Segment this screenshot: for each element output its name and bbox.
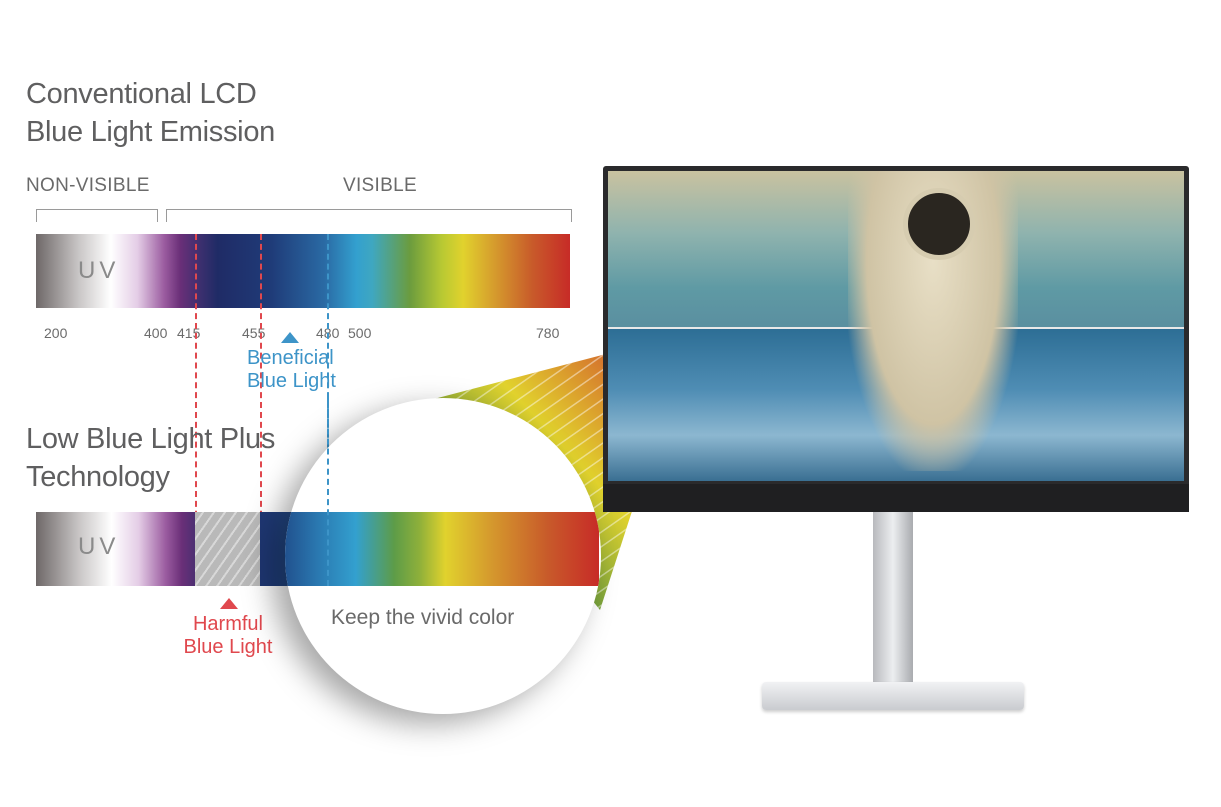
monitor-chin bbox=[603, 484, 1189, 512]
monitor-stand-neck bbox=[873, 512, 913, 692]
magnified-spectrum bbox=[285, 512, 599, 586]
marker-480-line-overlay bbox=[327, 398, 329, 586]
monitor-bezel bbox=[603, 166, 1189, 512]
astronaut-helmet bbox=[903, 188, 975, 260]
monitor-stand-base bbox=[762, 682, 1024, 710]
keep-vivid-caption: Keep the vivid color bbox=[331, 606, 515, 629]
magnifier-circle: Keep the vivid color bbox=[285, 398, 601, 714]
